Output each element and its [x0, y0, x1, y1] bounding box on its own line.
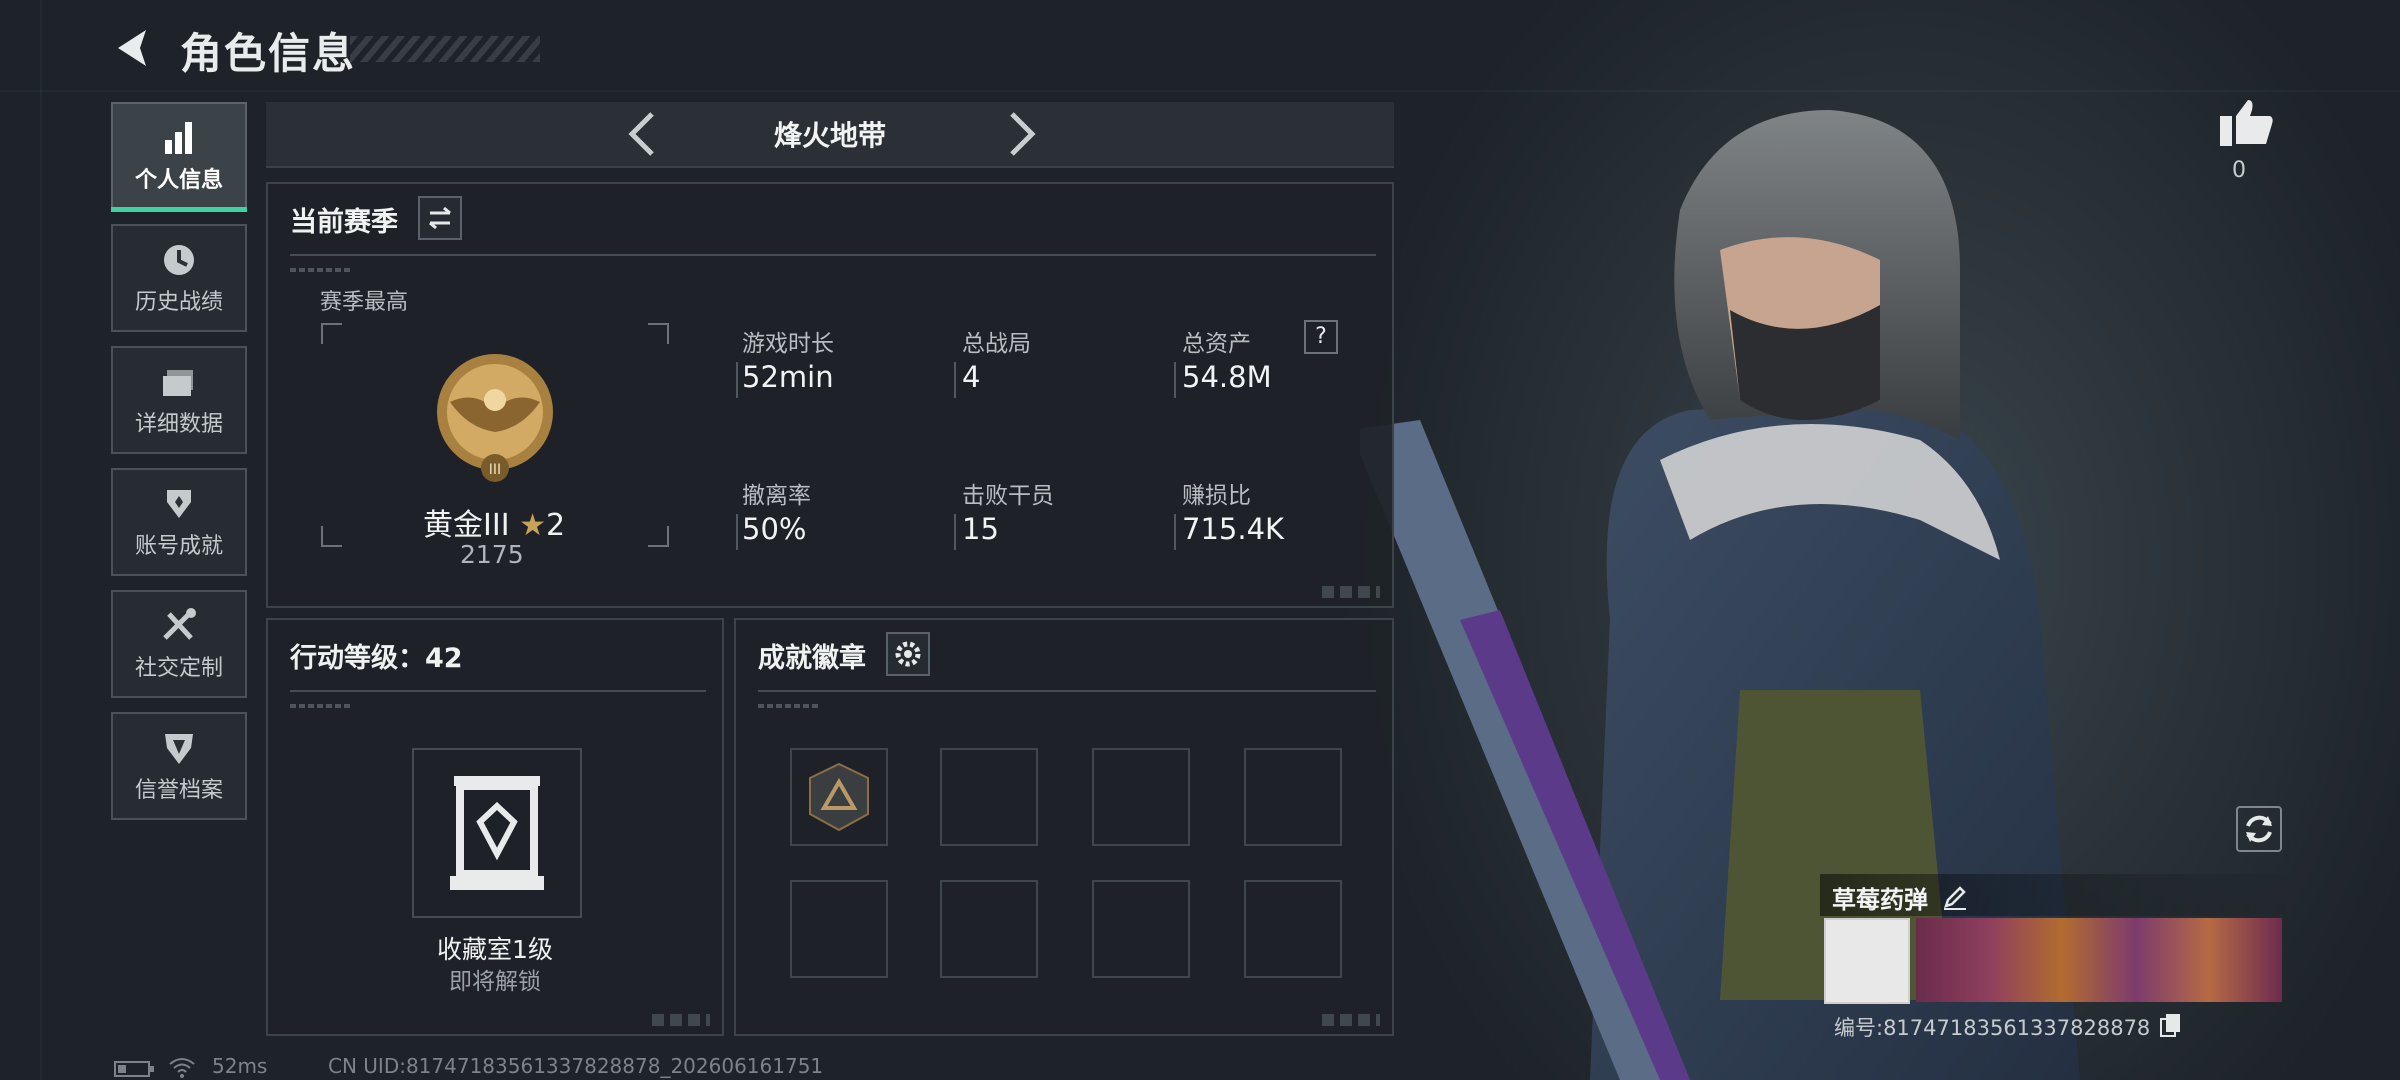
- back-arrow-icon[interactable]: [110, 26, 154, 70]
- stat-label-playtime: 游戏时长: [742, 331, 834, 357]
- action-level-title: 行动等级：42: [290, 643, 463, 674]
- collection-name: 收藏室1级: [437, 935, 553, 964]
- sidebar-item-label: 个人信息: [134, 168, 223, 193]
- badge-slot[interactable]: [1092, 748, 1190, 846]
- gold-rank-emblem-icon: III: [437, 354, 553, 482]
- sidebar-item-label: 信誉档案: [134, 778, 223, 803]
- avatar[interactable]: [1824, 918, 1910, 1004]
- star-icon: ★: [519, 508, 546, 543]
- ping: 52ms: [212, 1054, 268, 1078]
- mode-name: 烽火地带: [773, 119, 886, 152]
- stat-value-extract-rate: 50%: [742, 512, 807, 546]
- stat-divider: [954, 362, 956, 398]
- divider-deco: [290, 268, 350, 272]
- badges-title: 成就徽章: [758, 643, 866, 674]
- rank-name: 黄金III: [423, 508, 510, 543]
- mode-selector: 烽火地带: [266, 102, 1394, 168]
- achievement-icon: [167, 490, 191, 518]
- badge-slot[interactable]: [1244, 880, 1342, 978]
- season-title: 当前赛季: [290, 207, 398, 238]
- help-icon[interactable]: ?: [1304, 320, 1338, 354]
- thumbs-up-icon[interactable]: [2216, 96, 2276, 148]
- battery-icon: [114, 1061, 154, 1077]
- stat-value-matches: 4: [962, 360, 981, 394]
- sidebar-item-reputation[interactable]: 信誉档案: [111, 712, 247, 820]
- badge-slot[interactable]: [790, 880, 888, 978]
- badges-panel: 成就徽章: [734, 618, 1394, 1036]
- stat-value-kills: 15: [962, 512, 999, 546]
- stat-value-assets: 54.8M: [1182, 360, 1272, 394]
- tools-icon: [163, 608, 196, 640]
- profile-banner[interactable]: [1916, 918, 2282, 1002]
- stat-divider: [1174, 514, 1176, 550]
- panel-corner-deco: [1322, 1014, 1380, 1026]
- uid-text: CN UID:817471835613378288​78_20260616175…: [328, 1054, 824, 1078]
- nickname: 草莓药弹: [1832, 886, 1928, 914]
- like-count: 0: [2232, 158, 2246, 183]
- folder-icon: [163, 370, 193, 396]
- stat-label-matches: 总战局: [962, 331, 1031, 357]
- stat-divider: [1174, 362, 1176, 398]
- gear-icon: [895, 641, 921, 667]
- sidebar-item-history[interactable]: 历史战绩: [111, 224, 247, 332]
- collection-cabinet-icon: [450, 776, 544, 890]
- stat-label-profit-ratio: 赚损比: [1182, 483, 1251, 509]
- svg-text:III: III: [489, 462, 501, 478]
- switch-season-button[interactable]: [418, 196, 462, 240]
- divider-deco: [290, 704, 350, 708]
- grid-line: [40, 0, 42, 1080]
- panel-corner-deco: [652, 1014, 710, 1026]
- grid-line: [0, 90, 2400, 92]
- badge-slot[interactable]: [1244, 748, 1342, 846]
- season-best-label: 赛季最高: [320, 290, 409, 315]
- sidebar-item-label: 详细数据: [134, 412, 223, 437]
- stat-divider: [736, 514, 738, 550]
- sidebar-item-personal-info[interactable]: 个人信息: [111, 102, 247, 212]
- divider: [290, 254, 1376, 256]
- stat-label-kills: 击败干员: [962, 483, 1054, 509]
- stat-label-assets: 总资产: [1182, 331, 1251, 357]
- collection-room-slot[interactable]: [412, 748, 582, 918]
- next-mode-arrow-icon[interactable]: [996, 108, 1046, 160]
- sidebar-item-label: 社交定制: [134, 656, 223, 681]
- swap-icon: [429, 206, 451, 230]
- sidebar-item-details[interactable]: 详细数据: [111, 346, 247, 454]
- season-panel: 当前赛季 赛季最高 III 黄金III ★2 2175 游戏时长 52min 总…: [266, 182, 1394, 608]
- divider: [758, 690, 1376, 692]
- sidebar-item-achievements[interactable]: 账号成就: [111, 468, 247, 576]
- badge-slot[interactable]: [940, 880, 1038, 978]
- rank-name-row: 黄金III ★2: [423, 500, 565, 544]
- stat-divider: [736, 362, 738, 398]
- stat-value-playtime: 52min: [742, 360, 834, 394]
- player-id: 编号:817471835613378288​78: [1834, 1016, 2151, 1040]
- panel-corner-deco: [1322, 586, 1380, 598]
- rank-score: 2175: [460, 540, 524, 569]
- badge-slot[interactable]: [940, 748, 1038, 846]
- stat-divider: [954, 514, 956, 550]
- stat-label-extract-rate: 撤离率: [742, 483, 811, 509]
- page-title: 角色信息: [180, 29, 357, 78]
- refresh-icon: [2246, 815, 2272, 843]
- stat-value-profit-ratio: 715.4K: [1182, 512, 1285, 546]
- divider-deco: [758, 704, 818, 708]
- history-clock-icon: [164, 245, 194, 275]
- shield-icon: [165, 734, 193, 764]
- copy-icon[interactable]: [2158, 1012, 2184, 1038]
- action-level-panel: 行动等级：42 收藏室1级 即将解锁: [266, 618, 724, 1036]
- bar-chart-icon: [165, 122, 192, 154]
- sidebar-item-label: 历史战绩: [134, 290, 223, 315]
- title-decoration: [350, 36, 540, 62]
- collection-status: 即将解锁: [449, 969, 541, 995]
- rank-stars: 2: [546, 508, 566, 543]
- sidebar-item-label: 账号成就: [134, 534, 223, 559]
- edit-pencil-icon[interactable]: [1940, 882, 1970, 912]
- badge-slot[interactable]: [1092, 880, 1190, 978]
- wifi-icon: [169, 1058, 195, 1078]
- rotate-model-button[interactable]: [2236, 806, 2282, 852]
- badge-settings-button[interactable]: [886, 632, 930, 676]
- sidebar-item-social[interactable]: 社交定制: [111, 590, 247, 698]
- divider: [290, 690, 706, 692]
- badge-emblem-icon: [809, 762, 869, 832]
- badge-slot[interactable]: [790, 748, 888, 846]
